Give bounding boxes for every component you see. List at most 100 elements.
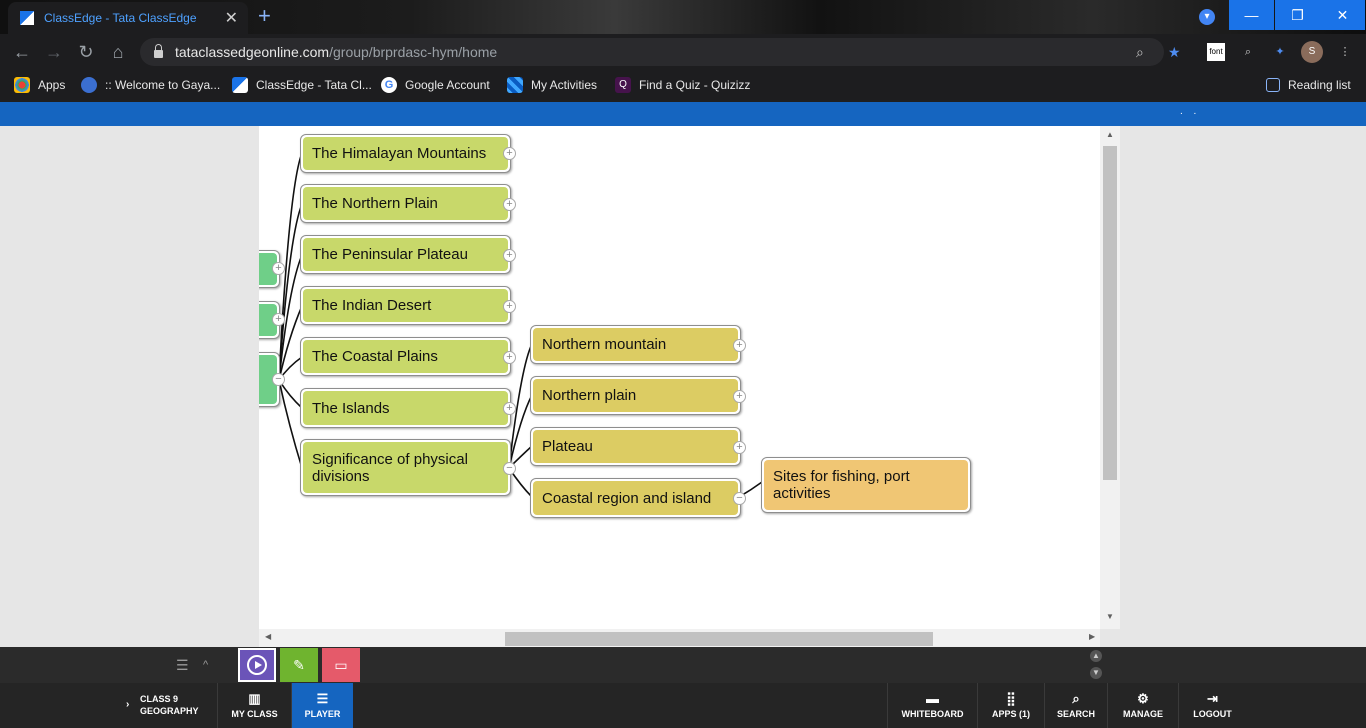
chrome-profile-icon[interactable]: ▾ <box>1199 9 1215 25</box>
menu-kebab-icon[interactable]: ⋮ <box>1336 43 1354 61</box>
collapse-toggle-icon[interactable]: − <box>272 373 285 386</box>
bookmarks-bar: Apps :: Welcome to Gaya... ClassEdge - T… <box>0 70 1366 100</box>
significance-node[interactable]: Plateau <box>530 427 741 466</box>
branch-node[interactable]: The Indian Desert <box>300 286 511 325</box>
scroll-left-icon[interactable]: ◀ <box>265 632 271 641</box>
apps-label: APPS (1) <box>991 709 1030 719</box>
board-tool-button[interactable]: ▭ <box>322 648 360 682</box>
bookmark-label: Apps <box>38 78 66 92</box>
content-stage: + + − The Himalayan Mountains + The Nort… <box>0 126 1366 647</box>
bookmark-label: My Activities <box>531 78 598 92</box>
browser-title-bar: ClassEdge - Tata ClassEdge ✕ + ▾ — ❐ ✕ <box>0 0 1366 34</box>
significance-node-coastal[interactable]: Coastal region and island <box>530 478 741 518</box>
url-host: tataclassedgeonline.com <box>175 44 330 60</box>
search-extension-icon[interactable]: ⌕ <box>1239 43 1257 61</box>
expand-toggle-icon[interactable]: + <box>503 351 516 364</box>
significance-label: Plateau <box>533 430 738 463</box>
apps-grid-icon <box>14 77 30 93</box>
tab-close-icon[interactable]: ✕ <box>225 8 238 28</box>
expand-toggle-icon[interactable]: + <box>272 313 285 326</box>
expand-toggle-icon[interactable]: + <box>503 198 516 211</box>
branch-node[interactable]: The Coastal Plains <box>300 337 511 376</box>
expand-toggle-icon[interactable]: + <box>733 339 746 352</box>
mindmap-canvas[interactable]: + + − The Himalayan Mountains + The Nort… <box>259 126 1100 629</box>
notes-tool-button[interactable]: ✎ <box>280 648 318 682</box>
back-icon[interactable]: ← <box>12 42 32 62</box>
search-button[interactable]: ⌕ SEARCH <box>1044 683 1107 728</box>
expand-toggle-icon[interactable]: + <box>733 390 746 403</box>
logout-button[interactable]: ⇥ LOGOUT <box>1178 683 1246 728</box>
whiteboard-label: WHITEBOARD <box>901 709 964 719</box>
font-extension-icon[interactable]: font <box>1207 43 1225 61</box>
scroll-up-icon[interactable]: ▲ <box>1100 130 1120 139</box>
minimize-button[interactable]: — <box>1229 0 1274 30</box>
tray-up-icon[interactable]: ▲ <box>1090 650 1102 662</box>
branch-node[interactable]: The Peninsular Plateau <box>300 235 511 274</box>
significance-node[interactable]: Northern plain <box>530 376 741 415</box>
coastal-detail-label: Sites for fishing, port activities <box>764 460 968 510</box>
logout-icon: ⇥ <box>1207 691 1218 706</box>
globe-icon <box>81 77 97 93</box>
manage-label: MANAGE <box>1123 709 1163 719</box>
whiteboard-button[interactable]: ▬ WHITEBOARD <box>887 683 977 728</box>
manage-button[interactable]: ⚙ MANAGE <box>1107 683 1178 728</box>
horizontal-scrollbar[interactable]: ◀ ▶ <box>259 629 1100 647</box>
player-tool-button[interactable] <box>238 648 276 682</box>
address-bar[interactable]: tataclassedgeonline.com/group/brprdasc-h… <box>140 38 1181 66</box>
vertical-scrollbar[interactable]: ▲ ▼ <box>1100 126 1120 629</box>
bookmark-welcome[interactable]: :: Welcome to Gaya... <box>81 76 220 94</box>
search-icon: ⌕ <box>1072 691 1080 706</box>
scroll-right-icon[interactable]: ▶ <box>1089 632 1095 641</box>
coastal-detail-node[interactable]: Sites for fishing, port activities <box>761 457 971 513</box>
bookmark-classedge[interactable]: ClassEdge - Tata Cl... <box>232 76 372 94</box>
browser-tab[interactable]: ClassEdge - Tata ClassEdge ✕ <box>8 2 248 34</box>
player-button[interactable]: ☰ PLAYER <box>291 683 353 728</box>
branch-node[interactable]: The Islands <box>300 388 511 428</box>
significance-node[interactable]: Northern mountain <box>530 325 741 364</box>
profile-avatar[interactable]: S <box>1301 41 1323 63</box>
tray-caret-icon[interactable]: ^ <box>203 659 208 671</box>
bookmark-quizizz[interactable]: Q Find a Quiz - Quizizz <box>615 76 750 94</box>
expand-toggle-icon[interactable]: + <box>503 300 516 313</box>
reading-list[interactable]: Reading list <box>1266 76 1351 94</box>
notes-icon: ✎ <box>293 656 305 673</box>
home-icon[interactable]: ⌂ <box>108 42 128 62</box>
extensions-puzzle-icon[interactable]: ✦ <box>1271 43 1289 61</box>
bookmark-label: ClassEdge - Tata Cl... <box>256 78 372 92</box>
reload-icon[interactable]: ↻ <box>76 42 96 62</box>
forward-icon[interactable]: → <box>44 42 64 62</box>
bookmark-star-icon[interactable]: ★ <box>1168 44 1181 61</box>
my-class-button[interactable]: ▥ MY CLASS <box>217 683 291 728</box>
new-tab-button[interactable]: + <box>258 4 271 28</box>
significance-label: Northern mountain <box>533 328 738 361</box>
branch-node[interactable]: The Northern Plain <box>300 184 511 223</box>
branch-node[interactable]: The Himalayan Mountains <box>300 134 511 173</box>
restore-button[interactable]: ❐ <box>1275 0 1320 30</box>
vertical-scroll-thumb[interactable] <box>1103 146 1117 480</box>
zoom-icon[interactable]: ⌕ <box>1136 44 1144 61</box>
collapse-toggle-icon[interactable]: − <box>503 462 516 475</box>
branch-node-significance[interactable]: Significance of physical divisions <box>300 439 511 496</box>
expand-toggle-icon[interactable]: + <box>503 147 516 160</box>
outline-toggle-icon[interactable]: ☰ <box>176 657 189 674</box>
course-selector[interactable]: › CLASS 9 GEOGRAPHY <box>126 693 199 717</box>
close-window-button[interactable]: ✕ <box>1320 0 1365 30</box>
bookmark-apps[interactable]: Apps <box>14 76 65 94</box>
manage-users-icon: ⚙ <box>1137 691 1149 706</box>
bookmark-google-account[interactable]: G Google Account <box>381 76 490 94</box>
expand-toggle-icon[interactable]: + <box>503 402 516 415</box>
apps-button[interactable]: ⣿ APPS (1) <box>977 683 1044 728</box>
scroll-down-icon[interactable]: ▼ <box>1100 612 1120 621</box>
expand-toggle-icon[interactable]: + <box>272 262 285 275</box>
expand-toggle-icon[interactable]: + <box>503 249 516 262</box>
url-path: /group/brprdasc-hym/home <box>329 44 498 60</box>
bookmark-my-activities[interactable]: My Activities <box>507 76 597 94</box>
tool-tray: ☰ ^ ✎ ▭ ▲ ▼ <box>0 647 1366 683</box>
tray-down-icon[interactable]: ▼ <box>1090 667 1102 679</box>
collapse-toggle-icon[interactable]: − <box>733 492 746 505</box>
branch-label: The Peninsular Plateau <box>303 238 508 271</box>
branch-label: The Indian Desert <box>303 289 508 322</box>
horizontal-scroll-thumb[interactable] <box>505 632 933 646</box>
expand-toggle-icon[interactable]: + <box>733 441 746 454</box>
search-label: SEARCH <box>1056 709 1095 719</box>
